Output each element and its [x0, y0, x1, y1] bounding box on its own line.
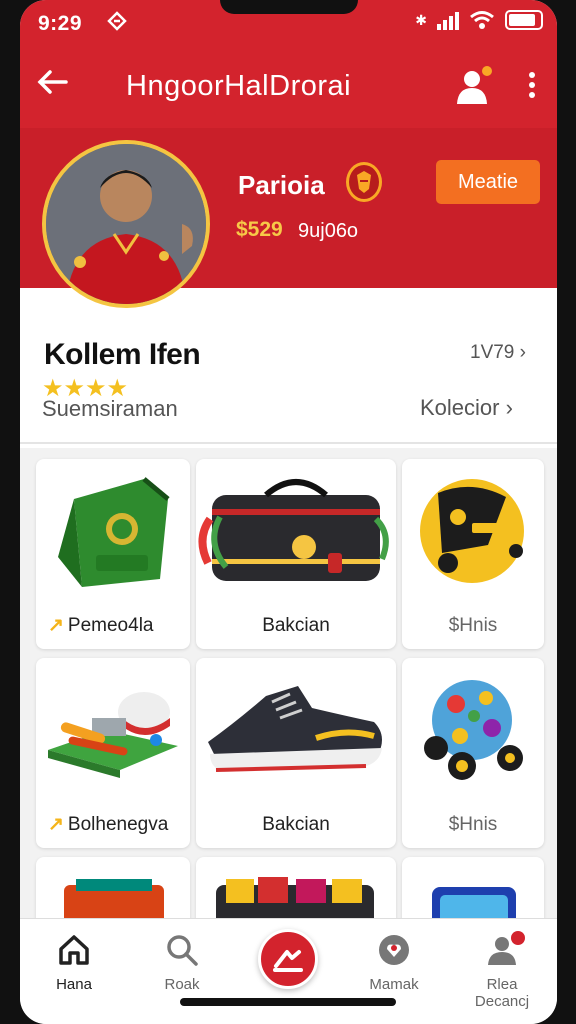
profile-subtitle: 9uj06o	[298, 220, 359, 242]
product-card[interactable]: $Hnis	[402, 459, 544, 649]
phone-screen: 9:29 ✱ HngoorHalDrorai Parioia $529 9uj0…	[20, 0, 557, 1024]
product-label: Bakcian	[262, 615, 330, 636]
tag-icon: ↗	[48, 814, 64, 835]
status-icons: ✱	[415, 10, 543, 30]
collection-count-link[interactable]: 1V79 ›	[470, 342, 526, 364]
camera-notch	[220, 0, 358, 14]
nav-market-label: Mamak	[369, 976, 419, 993]
status-time: 9:29	[38, 12, 83, 35]
notification-icon: ✱	[415, 11, 427, 28]
collection-count: 1V79	[470, 342, 515, 363]
product-card[interactable]: ↗ Pemeo4la	[36, 459, 190, 649]
battery-icon	[505, 10, 543, 30]
avatar[interactable]	[42, 140, 210, 308]
product-label: ↗ Pemeo4la	[48, 615, 154, 636]
tag-icon: ↗	[48, 615, 64, 636]
toy-ball-icon	[424, 680, 523, 780]
notification-dot	[480, 64, 494, 78]
profile-notification-dot	[511, 931, 525, 945]
profile-price: $529	[236, 218, 283, 241]
bottom-nav: Hana Roak Mamak Rlea Decancj	[20, 918, 557, 1024]
product-card[interactable]: $Hnis	[402, 658, 544, 848]
create-button[interactable]	[258, 929, 318, 989]
nav-profile-label: Rlea	[486, 976, 518, 993]
back-arrow-icon[interactable]	[34, 64, 70, 106]
nav-profile-label-2: Decancj	[474, 993, 530, 1010]
toy-set-icon	[48, 692, 178, 778]
divider	[20, 442, 557, 444]
page-title: HngoorHalDrorai	[126, 70, 352, 102]
collection-title: Kollem Ifen	[44, 338, 201, 371]
create-icon	[273, 950, 303, 972]
yellow-ball-icon	[420, 479, 524, 583]
market-icon	[379, 935, 409, 965]
wifi-icon	[470, 11, 494, 29]
currency-prefix: $	[448, 615, 460, 636]
product-card[interactable]: Bakcian	[196, 459, 396, 649]
home-icon	[59, 935, 89, 965]
product-card[interactable]: Bakcian	[196, 658, 396, 848]
nav-home-label: Hana	[56, 976, 92, 993]
profile-name: Parioia	[238, 170, 325, 200]
currency-prefix: $	[448, 814, 460, 835]
status-app-icon	[106, 10, 128, 38]
nav-market[interactable]: Mamak	[344, 933, 444, 993]
home-indicator	[180, 998, 396, 1006]
product-label: Bakcian	[262, 814, 330, 835]
green-bag-icon	[58, 477, 170, 587]
collection-subtitle: Suemsiraman	[42, 396, 178, 421]
chevron-right-icon: ›	[505, 395, 513, 420]
nav-profile[interactable]: Rlea Decancj	[452, 931, 552, 1010]
account-button[interactable]	[452, 64, 494, 106]
product-label: $Hnis	[448, 814, 498, 835]
club-badge-icon	[346, 162, 382, 202]
sneaker-icon	[208, 686, 382, 772]
search-icon	[167, 935, 198, 966]
black-duffel-bag-icon	[198, 479, 389, 581]
nav-search-label: Roak	[164, 976, 200, 993]
more-options-icon[interactable]	[520, 68, 544, 108]
product-card[interactable]: ↗ Bolhenegva	[36, 658, 190, 848]
chevron-right-icon: ›	[519, 342, 526, 363]
media-button[interactable]: Meatie	[436, 160, 540, 204]
collection-link-label: Kolecior	[420, 395, 500, 420]
signal-icon	[437, 10, 459, 30]
collection-link[interactable]: Kolecior ›	[420, 395, 513, 421]
product-label: $Hnis	[448, 615, 498, 636]
nav-home[interactable]: Hana	[24, 933, 124, 993]
product-label: ↗ Bolhenegva	[48, 814, 169, 835]
nav-search[interactable]: Roak	[132, 933, 232, 993]
